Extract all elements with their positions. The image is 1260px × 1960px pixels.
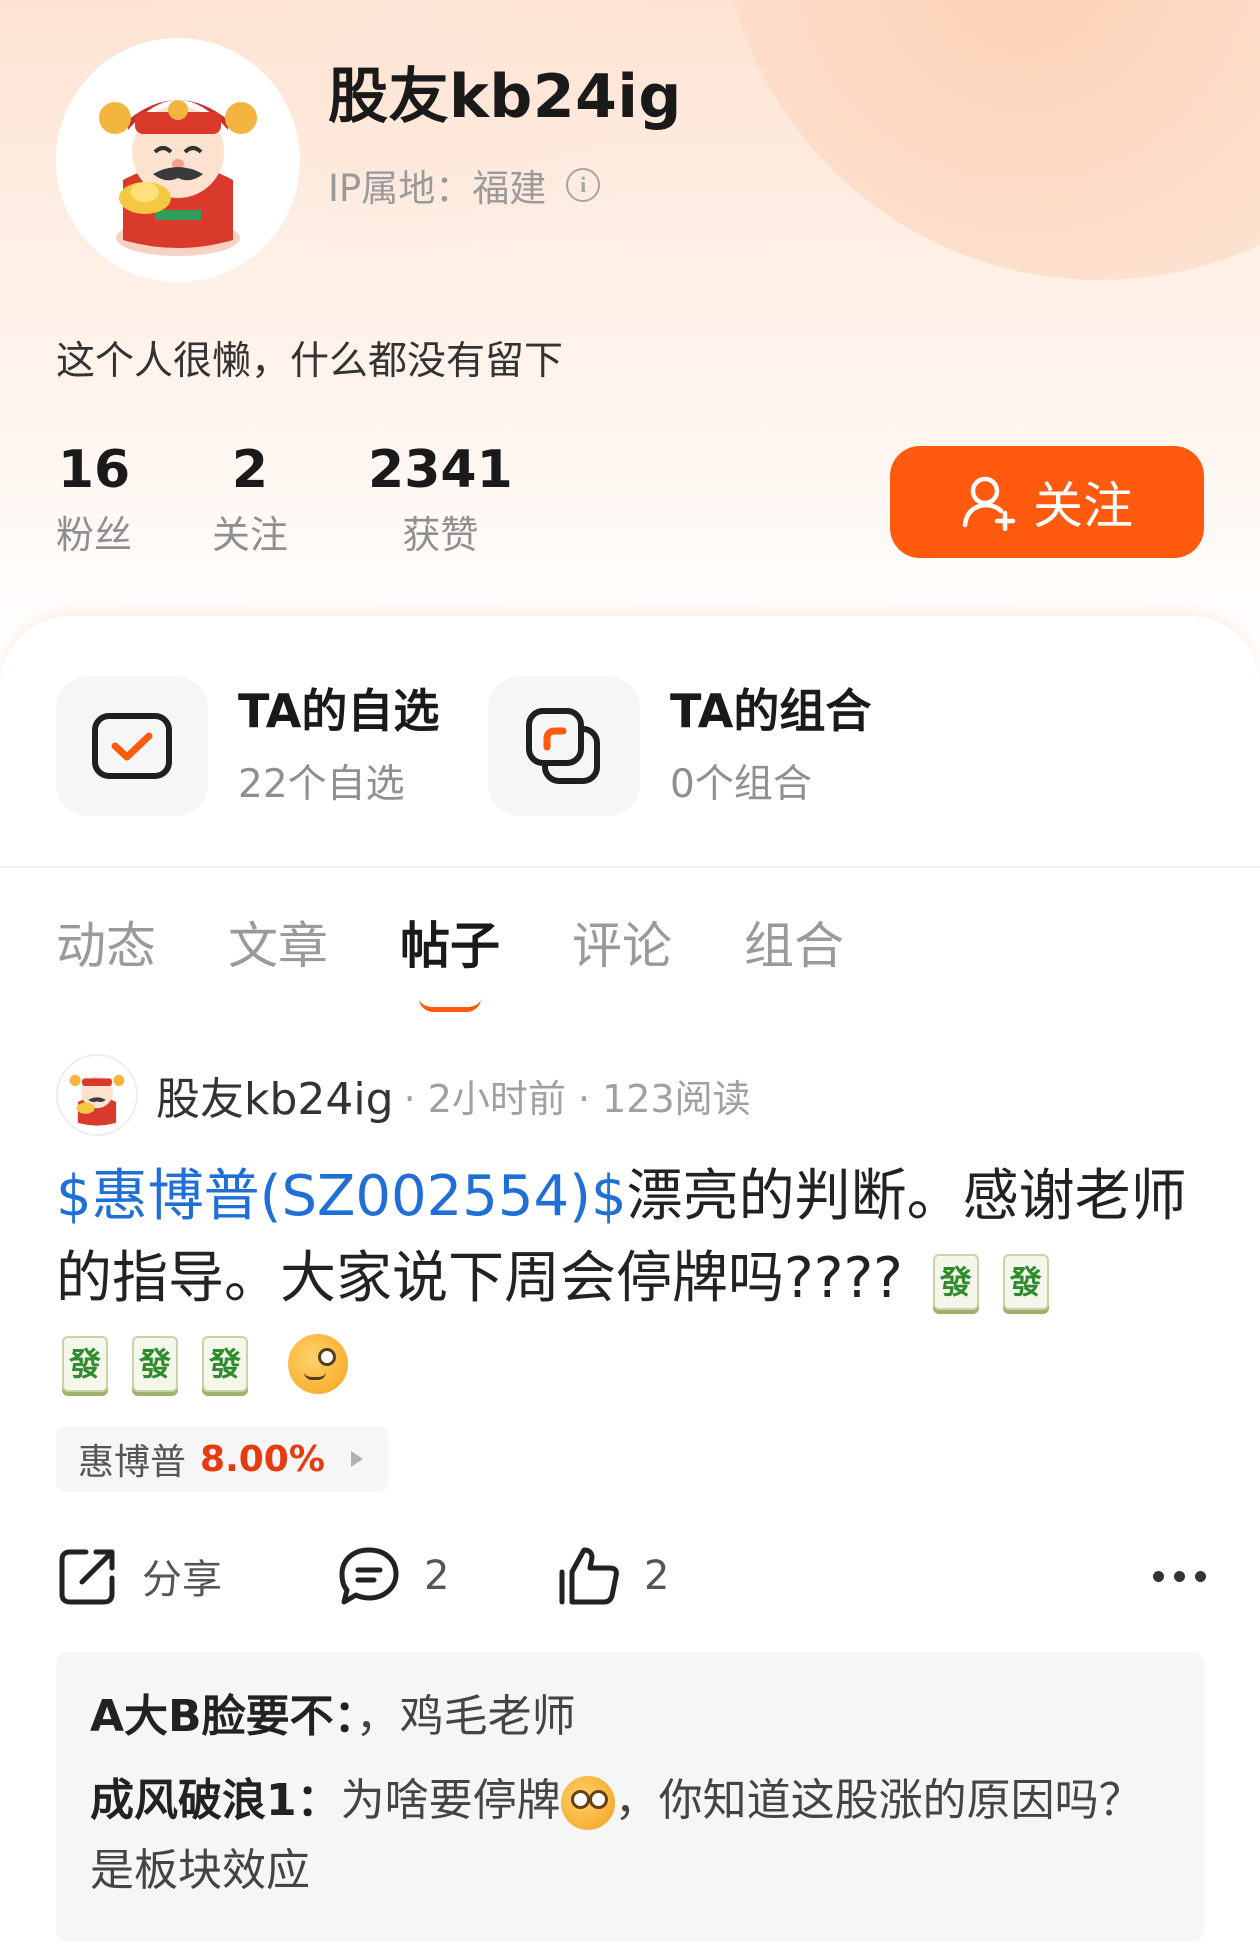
qicon-box <box>56 676 208 816</box>
stat-label: 获赞 <box>402 513 479 557</box>
share-label: 分享 <box>142 1557 222 1603</box>
comment-user[interactable]: 成风破浪1： <box>90 1775 341 1826</box>
stat-value: 2 <box>231 440 269 500</box>
mahjong-fa-icon: 發 <box>932 1253 979 1310</box>
stat-label: 粉丝 <box>56 513 133 557</box>
stat-value: 16 <box>57 440 131 500</box>
post-meta: · 2小时前 · 123阅读 <box>403 1076 751 1121</box>
stat-label: 关注 <box>212 513 289 557</box>
comment-preview[interactable]: A大B脸要不：，鸡毛老师 成风破浪1：为啥要停牌 ，你知道这股涨的原因吗？是板块效… <box>56 1652 1204 1942</box>
stat-following[interactable]: 2 关注 <box>212 440 288 559</box>
more-options-icon[interactable] <box>1153 1570 1206 1582</box>
quick-link-subtitle: 22个自选 <box>238 762 405 807</box>
share-icon <box>59 1549 115 1605</box>
winking-face-icon <box>287 1333 348 1394</box>
mahjong-fa-icon: 發 <box>1002 1253 1049 1310</box>
tab-activity[interactable]: 动态 <box>56 906 156 996</box>
stat-likes: 2341 获赞 <box>368 440 513 559</box>
mahjong-fa-icon: 發 <box>62 1335 108 1392</box>
quick-link-watchlist[interactable]: TA的自选 22个自选 <box>56 676 439 816</box>
comment-icon <box>339 1547 399 1605</box>
share-button[interactable]: 分享 <box>56 1544 336 1608</box>
mahjong-fa-icon: 發 <box>132 1335 178 1392</box>
god-of-wealth-avatar-icon <box>99 100 257 256</box>
tab-label: 帖子 <box>400 917 500 975</box>
quick-link-text: TA的组合 0个组合 <box>670 683 871 809</box>
content-card: TA的自选 22个自选 TA的组合 0个组合 动态 文章 帖子 评论 组合 股友… <box>0 616 1260 1960</box>
decor-circle <box>720 0 1260 280</box>
qicon-box <box>488 676 640 816</box>
dizzy-face-icon <box>560 1776 615 1830</box>
quick-link-title: TA的组合 <box>670 684 872 738</box>
ip-location-row: IP属地：福建 i <box>328 158 601 212</box>
like-button[interactable]: 2 <box>556 1544 669 1608</box>
portfolio-icon <box>526 708 600 784</box>
comment-count: 2 <box>424 1553 450 1599</box>
follow-button-label: 关注 <box>1033 477 1133 535</box>
profile-username: 股友kb24ig <box>328 62 682 132</box>
info-icon[interactable]: i <box>566 168 601 202</box>
quick-link-text: TA的自选 22个自选 <box>238 683 439 809</box>
thumbs-up-icon <box>559 1547 619 1605</box>
mahjong-fa-icon: 發 <box>202 1335 248 1392</box>
profile-bio: 这个人很懒，什么都没有留下 <box>56 339 564 384</box>
quick-link-title: TA的自选 <box>238 684 440 738</box>
active-tab-indicator <box>419 998 481 1012</box>
stock-chip-name: 惠博普 <box>78 1442 187 1483</box>
profile-avatar[interactable] <box>56 38 300 282</box>
profile-tabs: 动态 文章 帖子 评论 组合 <box>56 906 916 1012</box>
post-author-avatar[interactable] <box>56 1054 138 1136</box>
profile-stats: 16 粉丝 2 关注 2341 获赞 <box>56 440 593 559</box>
tab-articles[interactable]: 文章 <box>228 906 328 996</box>
stock-chip-change: 8.00% <box>200 1438 325 1480</box>
section-divider <box>0 866 1260 868</box>
tab-comments[interactable]: 评论 <box>572 906 672 996</box>
comment-text: 为啥要停牌 <box>340 1775 561 1826</box>
tab-posts[interactable]: 帖子 <box>400 906 500 1012</box>
stat-fans[interactable]: 16 粉丝 <box>56 440 132 559</box>
stat-value: 2341 <box>368 440 513 500</box>
comment-text: ，鸡毛老师 <box>355 1691 576 1742</box>
stock-quote-chip[interactable]: 惠博普 8.00% <box>56 1426 388 1492</box>
comment-user[interactable]: A大B脸要不： <box>90 1691 356 1742</box>
quick-link-subtitle: 0个组合 <box>670 762 812 807</box>
post-author-name[interactable]: 股友kb24ig <box>156 1063 394 1127</box>
comment-item: 成风破浪1：为啥要停牌 ，你知道这股涨的原因吗？是板块效应 <box>90 1766 1170 1906</box>
add-user-icon <box>962 476 1016 531</box>
comment-button[interactable]: 2 <box>336 1544 556 1608</box>
god-of-wealth-avatar-icon <box>69 1074 125 1126</box>
like-count: 2 <box>644 1553 670 1599</box>
play-arrow-icon <box>350 1451 363 1467</box>
post-body[interactable]: $惠博普(SZ002554)$漂亮的判断。感谢老师的指导。大家说下周会停牌吗??… <box>56 1156 1206 1402</box>
follow-button[interactable]: 关注 <box>890 446 1204 558</box>
checkbox-icon <box>92 713 172 779</box>
quick-link-portfolio[interactable]: TA的组合 0个组合 <box>488 676 871 816</box>
ip-location-text: IP属地：福建 <box>328 167 547 210</box>
tab-portfolios[interactable]: 组合 <box>744 906 844 996</box>
post-header: 股友kb24ig · 2小时前 · 123阅读 <box>56 1054 751 1136</box>
post-actions: 分享 2 2 <box>56 1536 1206 1616</box>
stock-tag-link[interactable]: $惠博普(SZ002554)$ <box>56 1164 627 1229</box>
comment-item: A大B脸要不：，鸡毛老师 <box>90 1682 1170 1752</box>
